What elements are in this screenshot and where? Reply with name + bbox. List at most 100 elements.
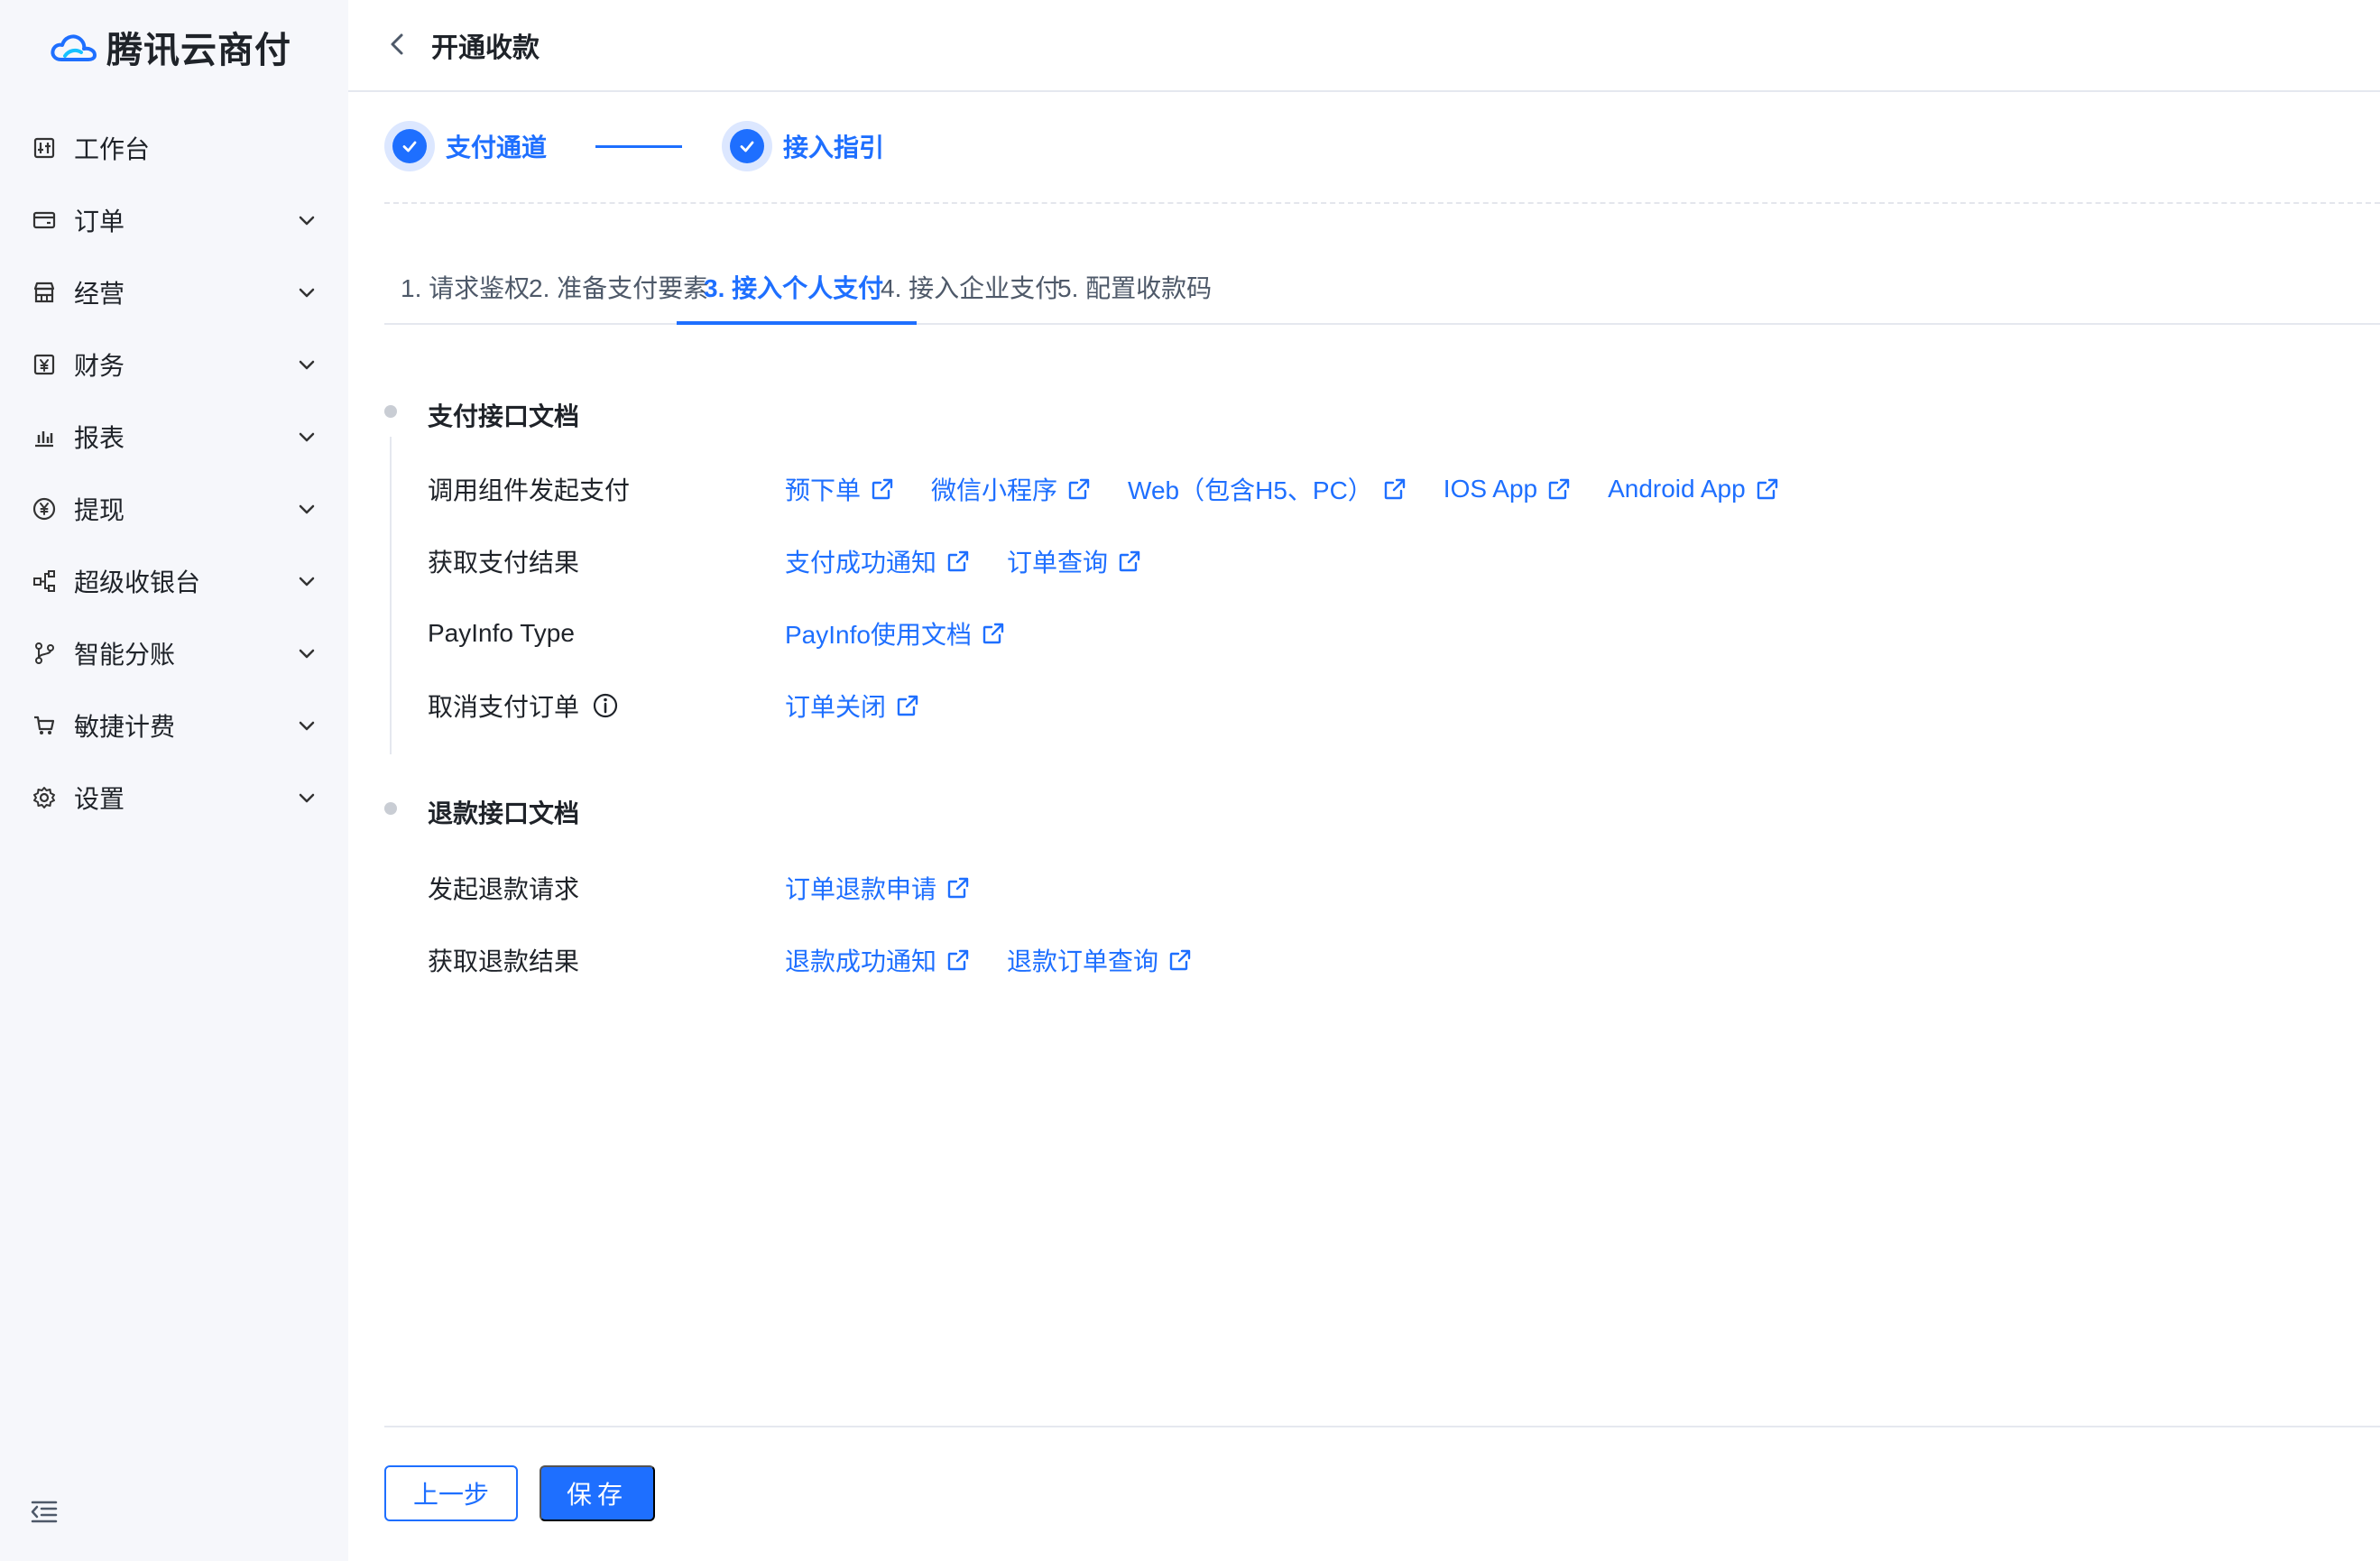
- doc-link-text: PayInfo使用文档: [785, 621, 972, 649]
- doc-link[interactable]: Web（包含H5、PC）: [1128, 471, 1407, 507]
- sidebar-item-6[interactable]: 超级收银台: [0, 545, 348, 617]
- sidebar-item-label: 设置: [74, 785, 125, 813]
- tab-3[interactable]: 3. 接入个人支付: [704, 249, 883, 325]
- dashed-divider: [384, 202, 2380, 204]
- branch-icon-svg: [35, 642, 54, 664]
- doc-row: 获取退款结果 退款成功通知 退款订单查询: [428, 942, 1191, 978]
- chart-icon: [31, 423, 58, 450]
- doc-row: 调用组件发起支付 预下单 微信小程序 Web（包含H5、PC） IOS App Andro…: [428, 471, 1777, 507]
- timeline-dot: [384, 405, 397, 418]
- external-link-icon: [982, 623, 1004, 644]
- tab-4[interactable]: 4. 接入企业支付: [881, 249, 1060, 325]
- sidebar-item-2[interactable]: 经营: [0, 256, 348, 328]
- sidebar-item-4[interactable]: 报表: [0, 401, 348, 473]
- external-link-icon: [947, 949, 969, 971]
- doc-link-text: 订单查询: [1007, 549, 1109, 577]
- chevron-down-icon[interactable]: [296, 354, 318, 375]
- sidebar-item-label: 工作台: [74, 135, 151, 163]
- chart-icon-svg: [35, 431, 53, 448]
- doc-link-text: 微信小程序: [931, 476, 1058, 504]
- doc-links: 订单关闭: [785, 688, 956, 724]
- app-root: 腾讯云商付 工作台 订单 经营 财务 报表 提现 超级收银台 智能分账 敏捷计费 设置 开通收款 …: [0, 0, 2380, 1561]
- info-icon[interactable]: [592, 692, 619, 719]
- branch-icon: [31, 640, 58, 667]
- doc-link[interactable]: 预下单: [785, 471, 895, 507]
- yuan-circle-icon: [31, 495, 58, 522]
- doc-link-text: 订单关闭: [785, 693, 887, 721]
- step-check-circle: [384, 121, 435, 171]
- timeline-line: [390, 437, 392, 754]
- prev-step-button[interactable]: 上一步: [384, 1465, 518, 1521]
- dashboard-icon-svg: [33, 137, 55, 159]
- sidebar-item-label: 敏捷计费: [74, 713, 176, 741]
- tab-5[interactable]: 5. 配置收款码: [1057, 249, 1212, 325]
- chevron-down-icon[interactable]: [296, 498, 318, 520]
- doc-links: 预下单 微信小程序 Web（包含H5、PC） IOS App Android App: [785, 471, 1816, 507]
- doc-link[interactable]: 订单关闭: [785, 688, 920, 724]
- chevron-down-icon[interactable]: [296, 787, 318, 808]
- doc-link[interactable]: 退款成功通知: [785, 942, 971, 978]
- dashboard-icon: [31, 134, 58, 162]
- save-button[interactable]: 保存: [540, 1465, 655, 1521]
- step-0[interactable]: 支付通道: [384, 121, 547, 171]
- brand-name: 腾讯云商付: [106, 31, 291, 70]
- tab-bar: 1. 请求鉴权 2. 准备支付要素 3. 接入个人支付 4. 接入企业支付 5. 配置收…: [384, 249, 2380, 325]
- doc-link-text: IOS App: [1443, 475, 1538, 503]
- doc-link[interactable]: IOS App: [1444, 475, 1572, 503]
- page-header: 开通收款: [348, 0, 2380, 92]
- doc-row: PayInfo Type PayInfo使用文档: [428, 615, 1004, 651]
- step-check-circle: [722, 121, 773, 171]
- timeline-dot: [384, 802, 397, 815]
- cart-icon-svg: [34, 716, 55, 734]
- sidebar-item-0[interactable]: 工作台: [0, 112, 348, 184]
- sidebar-item-7[interactable]: 智能分账: [0, 617, 348, 689]
- sidebar-item-label: 订单: [74, 208, 125, 236]
- sidebar-item-5[interactable]: 提现: [0, 473, 348, 545]
- store-icon-svg: [33, 282, 55, 303]
- doc-link[interactable]: PayInfo使用文档: [785, 615, 1006, 651]
- sidebar-item-3[interactable]: 财务: [0, 328, 348, 401]
- doc-row-label: 获取支付结果: [428, 543, 579, 579]
- sidebar-item-8[interactable]: 敏捷计费: [0, 689, 348, 762]
- doc-link[interactable]: 订单退款申请: [785, 870, 971, 906]
- collapse-sidebar-icon[interactable]: [29, 1496, 60, 1527]
- chevron-down-icon[interactable]: [296, 426, 318, 448]
- doc-link[interactable]: Android App: [1608, 475, 1780, 503]
- sidebar-item-label: 超级收银台: [74, 568, 201, 596]
- brand-logo[interactable]: 腾讯云商付: [49, 20, 291, 74]
- step-1[interactable]: 接入指引: [722, 121, 884, 171]
- card-icon-svg: [32, 211, 56, 229]
- doc-link[interactable]: 支付成功通知: [785, 543, 971, 579]
- doc-link-text: Web（包含H5、PC）: [1128, 476, 1373, 504]
- chevron-down-icon[interactable]: [296, 570, 318, 592]
- tab-1[interactable]: 1. 请求鉴权: [401, 249, 530, 325]
- section-title: 支付接口文档: [428, 402, 580, 430]
- external-link-icon: [1757, 478, 1777, 500]
- chevron-down-icon[interactable]: [296, 642, 318, 664]
- doc-row-label: 发起退款请求: [428, 870, 579, 906]
- chevron-down-icon[interactable]: [296, 209, 318, 231]
- cloud-logo-icon: [51, 34, 97, 61]
- back-arrow-icon[interactable]: [384, 31, 411, 58]
- page-title: 开通收款: [431, 33, 540, 63]
- gear-icon-svg: [33, 787, 55, 808]
- tab-2[interactable]: 2. 准备支付要素: [529, 249, 708, 325]
- doc-link[interactable]: 微信小程序: [931, 471, 1092, 507]
- doc-link-text: Android App: [1608, 475, 1746, 503]
- sidebar-item-1[interactable]: 订单: [0, 184, 348, 256]
- sidebar-item-label: 经营: [74, 280, 125, 308]
- external-link-icon: [947, 550, 969, 572]
- external-link-icon: [897, 695, 918, 716]
- doc-link[interactable]: 订单查询: [1007, 543, 1142, 579]
- doc-row: 取消支付订单 订单关闭: [428, 688, 918, 724]
- doc-link-text: 支付成功通知: [785, 549, 937, 577]
- finance-icon-svg: [33, 354, 55, 375]
- step-check-inner: [730, 129, 765, 163]
- external-link-icon: [1068, 478, 1090, 500]
- chevron-down-icon[interactable]: [296, 282, 318, 303]
- chevron-down-icon[interactable]: [296, 715, 318, 736]
- doc-row-label: PayInfo Type: [428, 619, 575, 648]
- external-link-icon: [1548, 478, 1570, 500]
- doc-link[interactable]: 退款订单查询: [1007, 942, 1193, 978]
- sidebar-item-9[interactable]: 设置: [0, 762, 348, 834]
